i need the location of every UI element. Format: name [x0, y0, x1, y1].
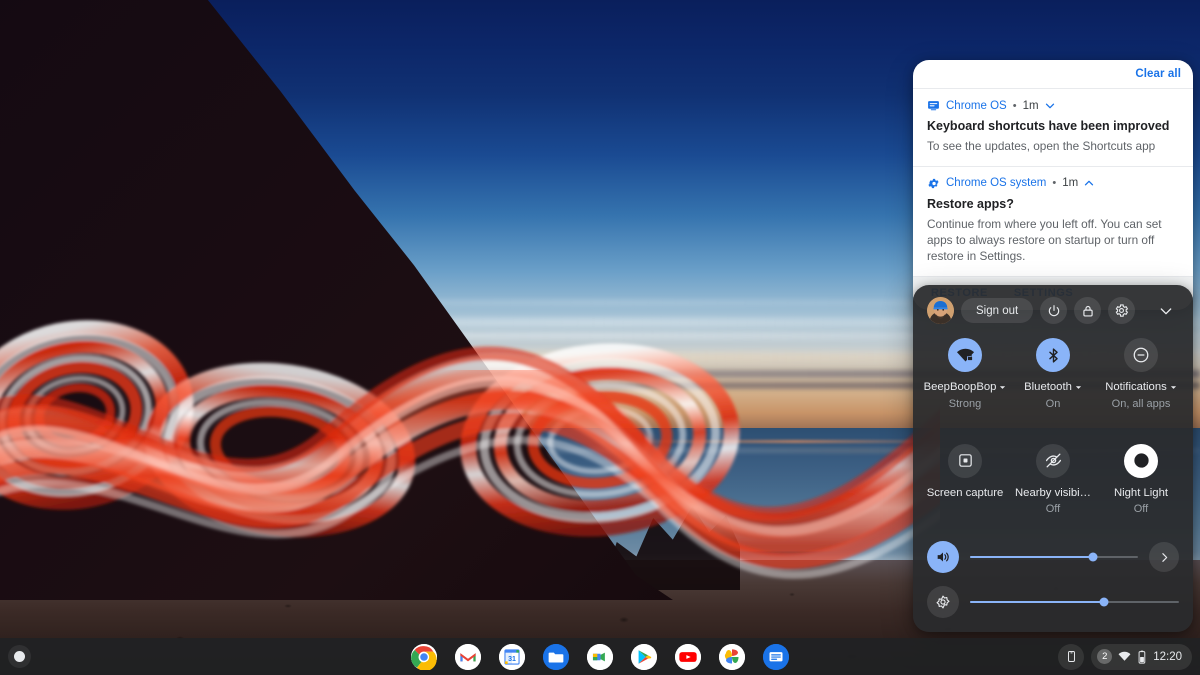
- shelf: 31 2 12:20: [0, 638, 1200, 675]
- battery-icon: [1138, 650, 1146, 664]
- wifi-locked-icon: [948, 338, 982, 372]
- notification-separator: •: [1012, 99, 1017, 112]
- app-gmail[interactable]: [455, 643, 481, 670]
- notification-body: To see the updates, open the Shortcuts a…: [927, 138, 1156, 153]
- sign-out-button[interactable]: Sign out: [961, 298, 1034, 323]
- brightness-icon[interactable]: [927, 586, 959, 619]
- night-light-tile[interactable]: Night Light Off: [1097, 443, 1185, 516]
- app-messages[interactable]: [763, 643, 789, 670]
- screen-capture-icon: [948, 443, 982, 478]
- phone-hub-button[interactable]: [1058, 643, 1085, 670]
- app-youtube[interactable]: [675, 643, 701, 670]
- collapse-button[interactable]: [1155, 300, 1177, 322]
- quick-settings-footer: Tue, Mar 29 51% - 2:12 left: [913, 618, 1193, 632]
- brightness-slider-row: [913, 586, 1193, 619]
- eye-off-icon: [1036, 443, 1070, 478]
- notification-header: Chrome OS • 1m: [927, 99, 1179, 112]
- wifi-icon: [1118, 651, 1131, 661]
- notification-source: Chrome OS: [946, 99, 1007, 112]
- notification-separator: •: [1052, 177, 1057, 190]
- bluetooth-icon: [1036, 338, 1070, 372]
- volume-slider-track[interactable]: [970, 552, 1138, 562]
- brightness-slider-fill: [970, 601, 1104, 604]
- app-meet[interactable]: [587, 643, 613, 670]
- shelf-app-row: 31: [0, 643, 1200, 670]
- clock-label: 12:20: [1153, 650, 1182, 663]
- chrome-os-icon: [928, 101, 939, 111]
- wallpaper-light-painting: [0, 320, 940, 579]
- quick-settings-tiles-row-1: BeepBoopBop Strong Bluetooth On Notifica…: [913, 324, 1193, 410]
- screen-capture-tile-label: Screen capture: [926, 486, 1004, 499]
- notification-panel: Clear all Chrome OS • 1m Keyboard shortc…: [913, 60, 1193, 311]
- notifications-tile-label: Notifications: [1105, 381, 1177, 395]
- svg-text:31: 31: [508, 655, 516, 662]
- network-tile-label: BeepBoopBop: [924, 381, 1007, 395]
- chevron-down-icon[interactable]: [1045, 101, 1055, 111]
- avatar[interactable]: [927, 297, 954, 324]
- app-calendar[interactable]: 31: [499, 643, 525, 670]
- app-files[interactable]: [543, 643, 569, 670]
- clear-all-button[interactable]: Clear all: [1135, 68, 1181, 80]
- notification-panel-header: Clear all: [913, 60, 1193, 88]
- moon-icon: [1124, 443, 1158, 478]
- notification-source: Chrome OS system: [946, 177, 1047, 190]
- nearby-visibility-tile[interactable]: Nearby visibi… Off: [1009, 443, 1097, 516]
- app-chrome[interactable]: [411, 643, 437, 670]
- brightness-slider-track[interactable]: [970, 597, 1179, 607]
- network-tile-sublabel: Strong: [948, 397, 982, 410]
- chevron-up-icon[interactable]: [1084, 178, 1094, 188]
- caret-down-icon: [1170, 386, 1176, 390]
- notifications-tile-sublabel: On, all apps: [1111, 397, 1171, 410]
- notifications-tile[interactable]: Notifications On, all apps: [1097, 338, 1185, 410]
- notification-item[interactable]: Chrome OS • 1m Keyboard shortcuts have b…: [913, 88, 1193, 166]
- notification-item[interactable]: Chrome OS system • 1m Restore apps? Cont…: [913, 165, 1193, 276]
- nearby-visibility-tile-label: Nearby visibi…: [1015, 486, 1091, 499]
- notification-count-badge: 2: [1097, 649, 1113, 664]
- lock-button[interactable]: [1074, 297, 1102, 324]
- quick-settings-header: Sign out: [913, 285, 1193, 324]
- volume-slider-row: [913, 541, 1193, 574]
- notification-title: Keyboard shortcuts have been improved: [927, 119, 1170, 133]
- network-tile[interactable]: BeepBoopBop Strong: [921, 338, 1009, 410]
- power-button[interactable]: [1040, 297, 1068, 324]
- volume-slider-fill: [970, 556, 1093, 559]
- notification-age: 1m: [1062, 177, 1079, 190]
- screen-capture-tile[interactable]: Screen capture: [921, 443, 1009, 516]
- gear-icon: [928, 178, 939, 189]
- settings-gear-button[interactable]: [1108, 297, 1136, 324]
- brightness-slider-knob[interactable]: [1099, 597, 1109, 607]
- caret-down-icon: [1000, 386, 1006, 390]
- bluetooth-tile[interactable]: Bluetooth On: [1009, 338, 1097, 410]
- quick-settings-tiles-row-2: Screen capture Nearby visibi… Off Night …: [913, 430, 1193, 516]
- notification-title: Restore apps?: [927, 196, 1014, 211]
- notification-body: Continue from where you left off. You ca…: [927, 216, 1162, 264]
- quick-settings-panel: Sign out BeepBoopBop Strong Bluetooth On…: [913, 285, 1193, 632]
- night-light-tile-label: Night Light: [1113, 486, 1168, 499]
- caret-down-icon: [1075, 386, 1081, 390]
- volume-slider-knob[interactable]: [1088, 552, 1098, 562]
- notification-header: Chrome OS system • 1m: [927, 177, 1179, 190]
- nearby-visibility-tile-sublabel: Off: [1045, 503, 1061, 516]
- volume-next-button[interactable]: [1149, 542, 1179, 573]
- bluetooth-tile-label: Bluetooth: [1024, 381, 1082, 395]
- notification-age: 1m: [1022, 99, 1039, 112]
- status-area-button[interactable]: 2 12:20: [1091, 643, 1192, 670]
- app-photos[interactable]: [719, 643, 745, 670]
- volume-up-icon[interactable]: [927, 541, 959, 574]
- system-tray: 2 12:20: [1058, 643, 1192, 670]
- night-light-tile-sublabel: Off: [1133, 503, 1149, 516]
- bluetooth-tile-sublabel: On: [1045, 397, 1061, 410]
- app-play-store[interactable]: [631, 643, 657, 670]
- do-not-disturb-icon: [1124, 338, 1158, 372]
